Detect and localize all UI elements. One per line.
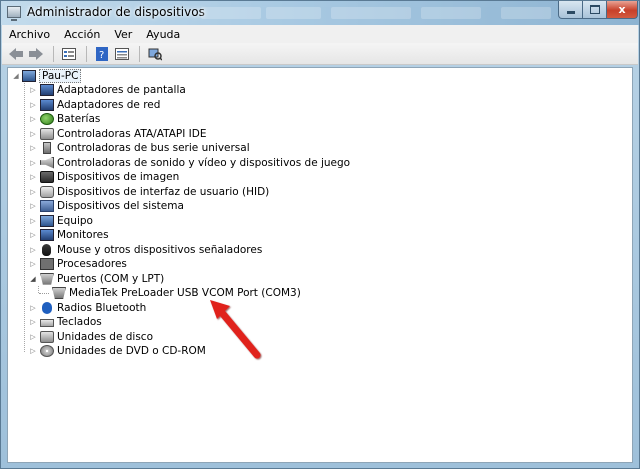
menu-ayuda[interactable]: Ayuda — [139, 28, 187, 41]
toolbar-separator — [139, 45, 140, 62]
minimize-button[interactable] — [558, 1, 583, 19]
background-tab — [501, 7, 551, 19]
forward-button[interactable] — [27, 45, 45, 63]
background-tab — [421, 7, 481, 19]
scan-hardware-button[interactable] — [146, 45, 164, 63]
background-tab — [201, 7, 261, 19]
view-button[interactable] — [113, 45, 131, 63]
window-title: Administrador de dispositivos — [27, 5, 205, 19]
background-tab — [331, 7, 411, 19]
scan-hardware-icon — [148, 48, 162, 61]
device-tree: ◢ Pau-PC ▷ Adaptadores de pantalla ▷ Ada… — [7, 67, 633, 463]
maximize-icon — [589, 5, 600, 14]
properties-button[interactable] — [60, 45, 78, 63]
device-manager-app-icon — [7, 6, 21, 21]
view-icon — [115, 47, 129, 60]
title-bar[interactable]: Administrador de dispositivos x — [1, 1, 639, 25]
properties-icon — [62, 47, 76, 60]
toolbar: ? — [2, 43, 638, 65]
menu-accion[interactable]: Acción — [57, 28, 107, 41]
maximize-button[interactable] — [582, 1, 607, 19]
menu-ver[interactable]: Ver — [107, 28, 139, 41]
close-icon: x — [618, 3, 626, 16]
toolbar-separator — [53, 45, 54, 62]
toolbar-separator — [86, 45, 87, 62]
forward-icon — [29, 47, 43, 60]
background-tab — [266, 7, 321, 19]
minimize-icon — [566, 11, 575, 14]
back-button[interactable] — [7, 45, 25, 63]
help-button[interactable]: ? — [93, 45, 111, 63]
help-icon: ? — [96, 46, 108, 61]
menu-bar: Archivo Acción Ver Ayuda — [2, 25, 638, 43]
annotation-arrow-icon — [210, 300, 261, 359]
svg-text:?: ? — [99, 50, 104, 61]
device-manager-window: Administrador de dispositivos x Archivo … — [0, 0, 640, 469]
back-icon — [9, 47, 23, 60]
close-button[interactable]: x — [606, 1, 638, 19]
menu-archivo[interactable]: Archivo — [2, 28, 57, 41]
